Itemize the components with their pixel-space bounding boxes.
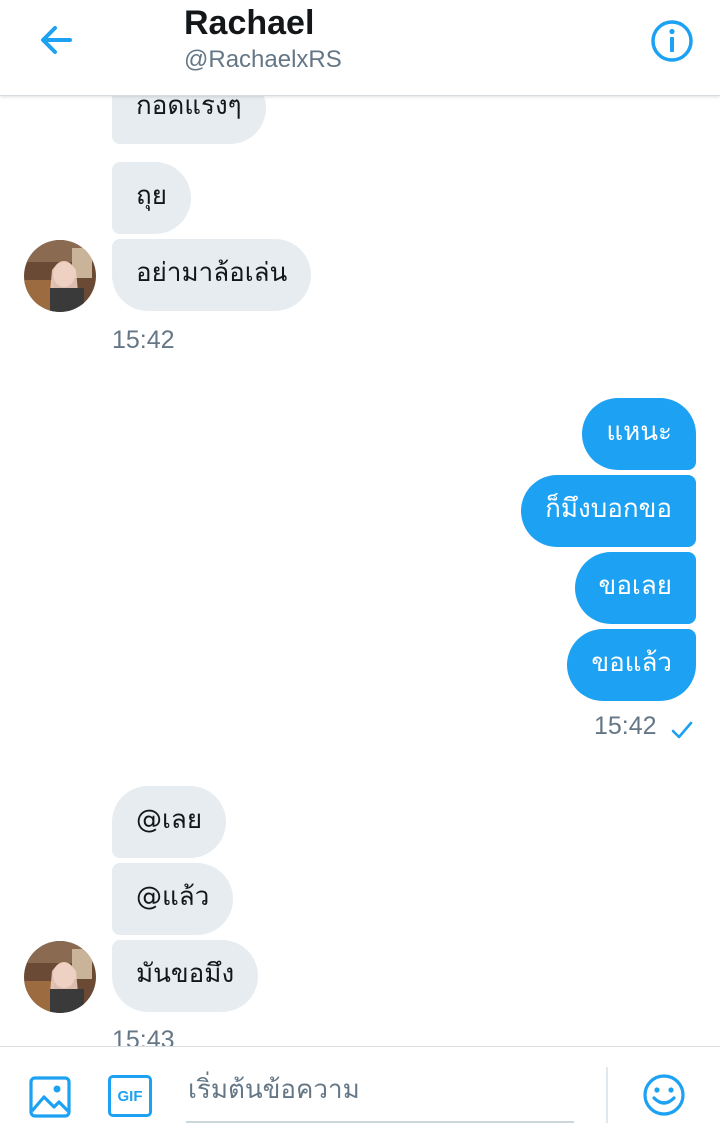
back-button[interactable] [28, 18, 84, 62]
received-message[interactable]: อย่ามาล้อเล่น [112, 239, 312, 311]
check-icon [670, 720, 694, 744]
composer-divider [606, 1067, 608, 1123]
timestamp: 15:43 [112, 1026, 175, 1046]
add-gif-button[interactable]: GIF [108, 1075, 152, 1117]
user-photo-icon [24, 941, 96, 1013]
image-icon [29, 1076, 71, 1118]
avatar[interactable] [24, 941, 96, 1013]
received-message[interactable]: @แล้ว [112, 863, 234, 935]
info-icon [651, 20, 693, 62]
sent-message[interactable]: แหนะ [582, 398, 696, 470]
message-thread[interactable]: กอดแรงๆ ถุย อย่ามาล้อเล่น 15:42 แหนะ ก็ม… [0, 96, 720, 1046]
timestamp: 15:42 [594, 712, 657, 740]
avatar[interactable] [24, 240, 96, 312]
received-message[interactable]: กอดแรงๆ [112, 96, 266, 144]
sent-message[interactable]: ขอเลย [574, 552, 696, 624]
received-message[interactable]: ถุย [112, 162, 191, 234]
conversation-handle[interactable]: @RachaelxRS [184, 46, 342, 74]
received-message[interactable]: @เลย [112, 786, 227, 858]
user-photo-icon [24, 240, 96, 312]
add-photo-button[interactable] [28, 1075, 72, 1123]
message-input[interactable]: เริ่มต้นข้อความ [186, 1061, 574, 1123]
emoji-button[interactable] [642, 1073, 686, 1121]
sent-message[interactable]: ก็มึงบอกขอ [521, 475, 696, 547]
received-message[interactable]: มันขอมึง [112, 940, 259, 1012]
message-composer: GIF เริ่มต้นข้อความ [0, 1046, 720, 1133]
gif-icon: GIF [117, 1087, 143, 1105]
arrow-left-icon [41, 26, 72, 54]
info-button[interactable] [648, 17, 696, 65]
smiley-icon [643, 1074, 685, 1116]
conversation-title[interactable]: Rachael [184, 4, 314, 43]
conversation-header: Rachael @RachaelxRS [0, 0, 720, 96]
sent-message[interactable]: ขอแล้ว [567, 629, 696, 701]
timestamp: 15:42 [112, 326, 175, 354]
message-input-placeholder: เริ่มต้นข้อความ [188, 1075, 360, 1105]
